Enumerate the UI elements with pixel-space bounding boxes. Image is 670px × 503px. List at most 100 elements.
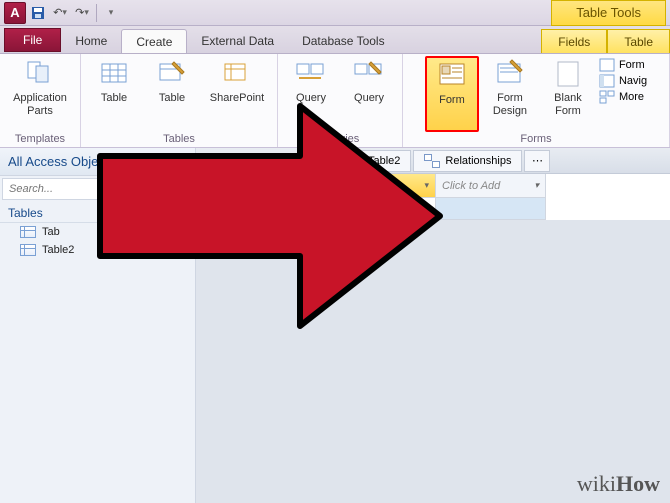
- nav-item-table1[interactable]: Tab: [0, 223, 195, 241]
- nav-item-table2[interactable]: Table2: [0, 241, 195, 259]
- doc-tab-relationships[interactable]: Relationships: [413, 150, 522, 172]
- form-label: Form: [439, 94, 465, 107]
- relationships-icon: [424, 154, 440, 168]
- navigation-button[interactable]: Navig: [599, 74, 647, 88]
- qat-customize-icon[interactable]: ▾: [101, 3, 121, 23]
- group-tables: Table Table SharePoint Tables: [81, 54, 278, 147]
- navigation-pane: All Access Objects ▾ Tables Tab Table2: [0, 148, 196, 503]
- doc-tab-table2[interactable]: Table2: [336, 150, 411, 172]
- table-icon: [20, 226, 36, 238]
- table-icon: [98, 58, 130, 90]
- group-tables-label: Tables: [163, 132, 195, 147]
- application-parts-label: Application Parts: [13, 92, 67, 118]
- form-design-label: Form Design: [493, 92, 527, 118]
- search-input[interactable]: [2, 178, 193, 200]
- title-bar: A ↶▾ ↷▾ ▾ Table Tools: [0, 0, 670, 26]
- application-parts-icon: [24, 58, 56, 90]
- doc-tab-label: Relationships: [445, 155, 511, 167]
- tab-fields[interactable]: Fields: [541, 29, 607, 53]
- form-design-button[interactable]: Form Design: [483, 56, 537, 132]
- qat-redo-icon[interactable]: ↷▾: [72, 3, 92, 23]
- query-design-icon: [353, 58, 385, 90]
- query-wizard-button[interactable]: Query: [284, 56, 338, 132]
- query-design-label: Query: [354, 92, 384, 105]
- form-icon: [436, 60, 468, 92]
- form-wizard-label: Form: [619, 59, 645, 71]
- datasheet-new-row[interactable]: (New): [336, 198, 670, 220]
- qat-undo-icon[interactable]: ↶▾: [50, 3, 70, 23]
- column-id-label: ID: [362, 180, 373, 192]
- group-forms: Form Form Design Blank Form Form Navig M…: [403, 54, 670, 147]
- dropdown-icon: ▾: [534, 180, 539, 191]
- group-queries: Query Query Queries: [278, 54, 403, 147]
- table-icon: [347, 155, 363, 167]
- doc-tab-label: Table2: [368, 155, 400, 167]
- table-button[interactable]: Table: [87, 56, 141, 132]
- column-header-id[interactable]: ID ▾: [356, 174, 436, 198]
- row-selector-header[interactable]: [336, 174, 356, 198]
- nav-pane-title: All Access Objects: [8, 154, 115, 169]
- ribbon: Application Parts Templates Table Table …: [0, 54, 670, 148]
- watermark: wikiHow: [577, 471, 660, 497]
- blank-form-label: Blank Form: [554, 92, 582, 118]
- table-design-button[interactable]: Table: [145, 56, 199, 132]
- table-design-label: Table: [159, 92, 185, 105]
- cell-add-new[interactable]: [436, 198, 546, 220]
- more-forms-label: More: [619, 91, 644, 103]
- query-design-button[interactable]: Query: [342, 56, 396, 132]
- sharepoint-icon: [221, 58, 253, 90]
- app-icon: A: [4, 2, 26, 24]
- group-queries-label: Queries: [321, 132, 360, 147]
- datasheet-header: ID ▾ Click to Add ▾: [336, 174, 670, 198]
- tab-table[interactable]: Table: [607, 29, 670, 53]
- nav-item-label: Tab: [42, 226, 60, 238]
- ribbon-tab-row: File Home Create External Data Database …: [0, 26, 670, 54]
- forms-more-list: Form Navig More: [599, 56, 647, 132]
- form-design-icon: [494, 58, 526, 90]
- table-label: Table: [101, 92, 127, 105]
- application-parts-button[interactable]: Application Parts: [6, 56, 74, 132]
- nav-search: [2, 178, 193, 200]
- more-forms-button[interactable]: More: [599, 90, 647, 104]
- chevron-right-icon: ⋯: [532, 154, 543, 167]
- form-wizard-button[interactable]: Form: [599, 58, 647, 72]
- document-tabs: Table2 Relationships ⋯: [196, 148, 670, 174]
- table-icon: [20, 244, 36, 256]
- form-button[interactable]: Form: [425, 56, 479, 132]
- doc-tab-more[interactable]: ⋯: [524, 150, 550, 172]
- datasheet: ID ▾ Click to Add ▾ (New): [336, 174, 670, 220]
- query-wizard-label: Query: [296, 92, 326, 105]
- file-tab[interactable]: File: [4, 28, 61, 52]
- document-area: Table2 Relationships ⋯ ID ▾ Click to Add…: [196, 148, 670, 503]
- navigation-label: Navig: [619, 75, 647, 87]
- tab-database-tools[interactable]: Database Tools: [288, 29, 399, 53]
- workspace: All Access Objects ▾ Tables Tab Table2 T…: [0, 148, 670, 503]
- blank-form-button[interactable]: Blank Form: [541, 56, 595, 132]
- cell-id-new[interactable]: (New): [356, 198, 436, 220]
- sharepoint-label: SharePoint: [210, 92, 264, 105]
- row-selector[interactable]: [336, 198, 356, 220]
- nav-group-tables[interactable]: Tables: [0, 202, 195, 223]
- group-templates: Application Parts Templates: [0, 54, 81, 147]
- dropdown-icon: ▾: [424, 180, 429, 191]
- blank-form-icon: [552, 58, 584, 90]
- group-forms-label: Forms: [520, 132, 551, 147]
- column-add-label: Click to Add: [442, 180, 500, 192]
- sharepoint-button[interactable]: SharePoint: [203, 56, 271, 132]
- tab-external-data[interactable]: External Data: [187, 29, 288, 53]
- nav-group-label: Tables: [8, 206, 43, 220]
- column-header-add[interactable]: Click to Add ▾: [436, 174, 546, 198]
- tab-create[interactable]: Create: [121, 29, 187, 53]
- table-design-icon: [156, 58, 188, 90]
- nav-pane-header[interactable]: All Access Objects ▾: [0, 148, 195, 176]
- watermark-wiki: wiki: [577, 471, 616, 496]
- chevron-down-icon: ▾: [182, 156, 187, 167]
- qat-save-icon[interactable]: [28, 3, 48, 23]
- table-tools-contextual-label: Table Tools: [551, 0, 666, 26]
- query-wizard-icon: [295, 58, 327, 90]
- nav-item-label: Table2: [42, 244, 74, 256]
- watermark-how: How: [616, 471, 660, 496]
- qat-separator: [96, 4, 97, 22]
- group-templates-label: Templates: [15, 132, 65, 147]
- tab-home[interactable]: Home: [61, 29, 121, 53]
